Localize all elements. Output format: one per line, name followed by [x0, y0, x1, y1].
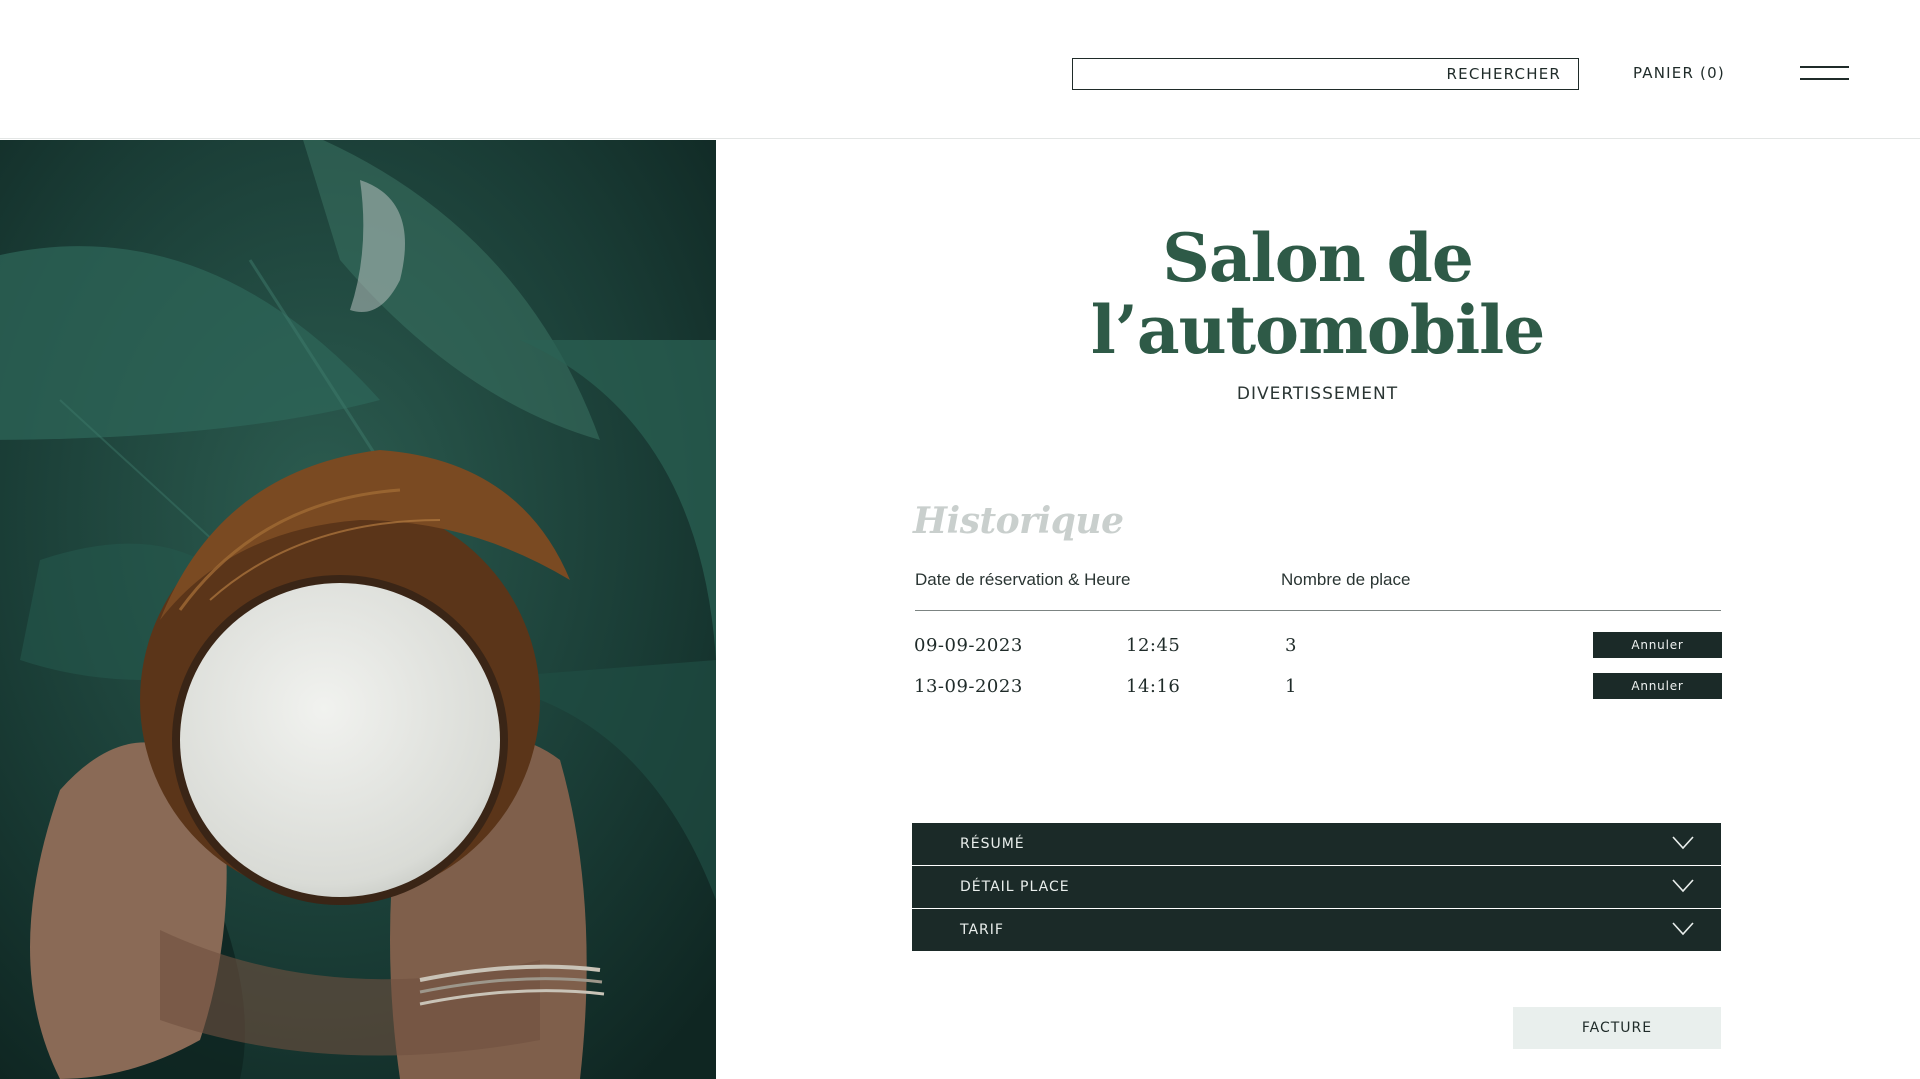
reservation-seats: 3	[1285, 635, 1297, 656]
reservation-time: 12:45	[1126, 635, 1181, 656]
event-title: Salon de l’automobile	[1000, 222, 1635, 366]
column-header-seats: Nombre de place	[1281, 570, 1411, 589]
accordion-label: TARIF	[960, 922, 1004, 938]
hamburger-menu-icon[interactable]	[1800, 64, 1849, 82]
chevron-down-icon	[1672, 879, 1694, 893]
accordion-price[interactable]: TARIF	[912, 909, 1721, 951]
event-title-line-1: Salon de	[1162, 219, 1474, 297]
invoice-button[interactable]: FACTURE	[1513, 1007, 1721, 1049]
site-header: RECHERCHER PANIER (0)	[0, 0, 1920, 139]
event-title-line-2: l’automobile	[1090, 291, 1545, 369]
table-row: 13-09-2023 14:16 1 Annuler	[914, 673, 1722, 701]
accordion-seat-detail[interactable]: DÉTAIL PLACE	[912, 866, 1721, 908]
reservation-time: 14:16	[1126, 676, 1181, 697]
reservation-seats: 1	[1285, 676, 1297, 697]
reservation-date: 09-09-2023	[914, 635, 1023, 656]
event-category: DIVERTISSEMENT	[1236, 384, 1399, 404]
search-button[interactable]: RECHERCHER	[1447, 65, 1561, 83]
cancel-button[interactable]: Annuler	[1593, 632, 1722, 658]
column-header-date: Date de réservation & Heure	[915, 570, 1131, 589]
search-input[interactable]	[1073, 59, 1413, 89]
cart-link[interactable]: PANIER (0)	[1633, 64, 1725, 82]
accordion-summary[interactable]: RÉSUMÉ	[912, 823, 1721, 865]
history-heading: Historique	[913, 500, 1124, 542]
table-row: 09-09-2023 12:45 3 Annuler	[914, 632, 1722, 660]
search-bar[interactable]: RECHERCHER	[1072, 58, 1579, 90]
accordion-label: DÉTAIL PLACE	[960, 879, 1070, 895]
accordion-label: RÉSUMÉ	[960, 836, 1025, 852]
chevron-down-icon	[1672, 836, 1694, 850]
reservation-date: 13-09-2023	[914, 676, 1023, 697]
cancel-button[interactable]: Annuler	[1593, 673, 1722, 699]
table-divider	[915, 610, 1721, 611]
details-accordion: RÉSUMÉ DÉTAIL PLACE TARIF	[912, 823, 1721, 952]
hero-image	[0, 140, 716, 1079]
chevron-down-icon	[1672, 922, 1694, 936]
